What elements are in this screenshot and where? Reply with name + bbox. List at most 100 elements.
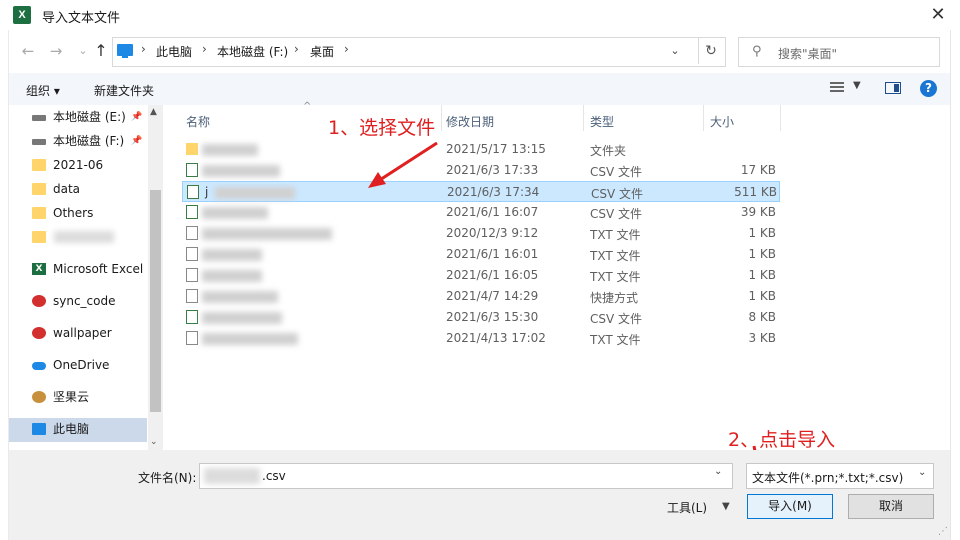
back-arrow-icon[interactable]: ← <box>17 40 39 62</box>
up-arrow-icon[interactable]: ↑ <box>90 40 112 62</box>
folder-icon <box>32 159 46 171</box>
file-icon <box>186 310 198 324</box>
app-icon <box>32 327 46 339</box>
file-modified: 2020/12/3 9:12 <box>446 226 539 240</box>
annotation-step1: 1、选择文件 <box>328 117 436 139</box>
file-name-redacted <box>215 187 295 199</box>
file-row[interactable]: 2021/6/1 16:07 CSV 文件 39 KB <box>182 202 780 223</box>
organize-button[interactable]: 组织 ▾ <box>26 82 60 99</box>
tree-item-label: 2021-06 <box>53 158 104 172</box>
file-row[interactable]: 2021/6/1 16:01 TXT 文件 1 KB <box>182 244 780 265</box>
file-type: CSV 文件 <box>591 187 644 201</box>
file-icon <box>186 268 198 282</box>
breadcrumb-this-pc[interactable]: 此电脑 <box>156 43 192 60</box>
file-modified: 2021/6/3 17:34 <box>447 185 540 199</box>
column-divider[interactable] <box>441 105 442 131</box>
file-name-redacted <box>202 228 332 240</box>
file-row[interactable]: 2020/12/3 9:12 TXT 文件 1 KB <box>182 223 780 244</box>
view-dropdown-icon[interactable]: ▼ <box>853 80 861 91</box>
file-row[interactable]: 2021/6/1 16:05 TXT 文件 1 KB <box>182 265 780 286</box>
file-type: TXT 文件 <box>590 228 641 242</box>
scroll-up-icon[interactable]: ▲ <box>150 107 157 117</box>
drive-icon <box>32 115 46 121</box>
refresh-icon[interactable]: ↻ <box>698 38 723 64</box>
this-pc-icon <box>32 423 46 435</box>
file-name-redacted <box>202 312 282 324</box>
file-type-value: 文本文件(*.prn;*.txt;*.csv) <box>752 471 904 485</box>
column-header-size[interactable]: 大小 <box>710 113 734 130</box>
window-title: 导入文本文件 <box>42 11 121 26</box>
file-modified: 2021/6/3 17:33 <box>446 163 539 177</box>
shortcut-icon <box>186 289 198 303</box>
preview-pane-icon[interactable] <box>885 82 901 94</box>
onedrive-icon <box>32 362 46 370</box>
tree-item-label: Others <box>53 206 94 220</box>
forward-arrow-icon[interactable]: → <box>45 40 67 62</box>
file-name-redacted <box>202 165 280 177</box>
folder-icon <box>186 143 198 155</box>
file-size: 17 KB <box>740 163 776 177</box>
file-size: 1 KB <box>748 268 776 282</box>
tools-button[interactable]: 工具(L) <box>667 499 707 516</box>
file-type-dropdown-icon[interactable]: ⌄ <box>918 467 926 478</box>
tree-item-label: sync_code <box>53 294 116 308</box>
file-row[interactable]: 2021/6/3 17:33 CSV 文件 17 KB <box>182 160 780 181</box>
file-size: 39 KB <box>740 205 776 219</box>
filename-redacted <box>204 468 260 484</box>
file-row[interactable]: 2021/4/7 14:29 快捷方式 1 KB <box>182 286 780 307</box>
column-header-name[interactable]: 名称 <box>186 113 210 130</box>
address-dropdown-icon[interactable]: ⌄ <box>664 38 686 64</box>
column-divider[interactable] <box>703 105 704 131</box>
file-size: 1 KB <box>748 289 776 303</box>
cancel-button[interactable]: 取消 <box>848 494 934 519</box>
file-name-redacted <box>202 207 268 219</box>
resize-grip-icon[interactable]: ⋰ <box>938 526 948 537</box>
view-options-icon[interactable] <box>830 82 844 94</box>
breadcrumb-desktop[interactable]: 桌面 <box>310 43 334 60</box>
help-icon[interactable]: ? <box>920 80 937 97</box>
file-icon <box>186 331 198 345</box>
column-divider[interactable] <box>583 105 584 131</box>
search-input[interactable] <box>738 37 940 67</box>
file-name-redacted <box>202 291 278 303</box>
nutstore-icon <box>32 391 46 403</box>
file-name-initial: j <box>205 185 209 199</box>
new-folder-button[interactable]: 新建文件夹 <box>94 82 154 99</box>
file-type: 快捷方式 <box>590 291 639 305</box>
file-row[interactable]: 2021/6/3 15:30 CSV 文件 8 KB <box>182 307 780 328</box>
column-header-type[interactable]: 类型 <box>590 113 614 130</box>
redacted-label <box>54 231 114 243</box>
sort-ascending-icon: ^ <box>303 101 312 112</box>
excel-icon: X <box>13 6 31 24</box>
file-row[interactable]: 2021/4/13 17:02 TXT 文件 3 KB <box>182 328 780 349</box>
tree-item-label: 此电脑 <box>53 422 90 436</box>
tree-item-label: wallpaper <box>53 326 112 340</box>
this-pc-icon <box>117 44 133 58</box>
tree-item-label: data <box>53 182 81 196</box>
tree-item-label: Microsoft Excel <box>53 262 144 276</box>
scroll-down-icon[interactable]: ⌄ <box>150 437 158 447</box>
file-name-redacted <box>202 270 262 282</box>
filename-dropdown-icon[interactable]: ⌄ <box>714 466 722 477</box>
file-row[interactable]: j 2021/6/3 17:34 CSV 文件 511 KB <box>182 181 780 202</box>
import-button[interactable]: 导入(M) <box>747 494 833 519</box>
search-placeholder: 搜索"桌面" <box>778 47 838 61</box>
file-row[interactable]: 2021/5/17 13:15 文件夹 <box>182 139 780 160</box>
breadcrumb-drive-f[interactable]: 本地磁盘 (F:) <box>217 43 288 60</box>
breadcrumb-separator: › <box>141 42 146 56</box>
file-modified: 2021/4/13 17:02 <box>446 331 546 345</box>
background-edge-left <box>0 30 9 540</box>
close-icon[interactable]: ✕ <box>926 3 950 27</box>
file-size: 1 KB <box>748 247 776 261</box>
column-divider[interactable] <box>780 105 781 131</box>
file-size: 8 KB <box>748 310 776 324</box>
file-type: CSV 文件 <box>590 312 643 326</box>
pin-icon: 📌 <box>131 136 143 146</box>
tools-dropdown-icon[interactable]: ▼ <box>722 501 730 512</box>
column-header-modified[interactable]: 修改日期 <box>446 113 494 130</box>
tree-scrollbar-thumb[interactable] <box>150 190 161 412</box>
file-size: 511 KB <box>734 185 777 199</box>
file-modified: 2021/4/7 14:29 <box>446 289 539 303</box>
tree-item-label: 本地磁盘 (E:) <box>53 110 126 124</box>
file-type: TXT 文件 <box>590 270 641 284</box>
